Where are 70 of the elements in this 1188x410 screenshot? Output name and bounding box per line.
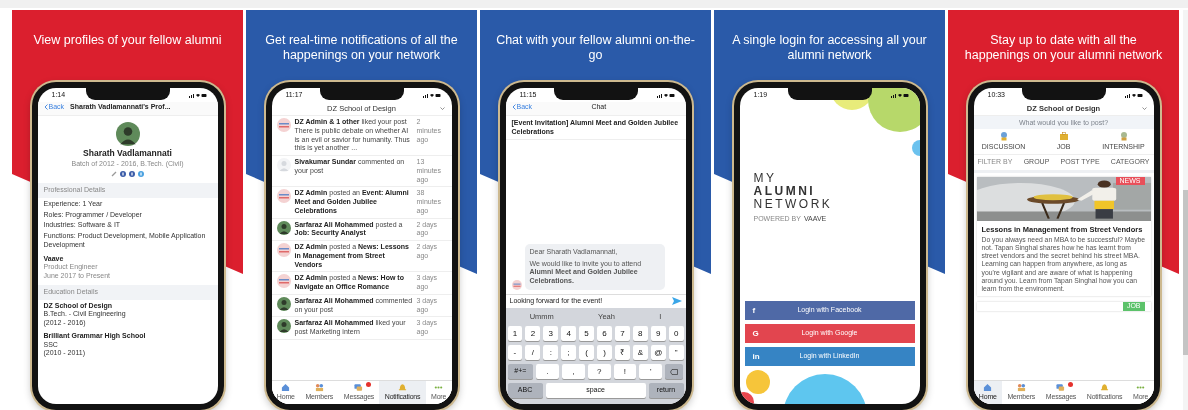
caption: View profiles of your fellow alumni	[32, 32, 223, 49]
chevron-left-icon	[511, 104, 516, 111]
key[interactable]: 8	[632, 326, 648, 341]
key[interactable]: 3	[543, 326, 559, 341]
caption: A single login for accessing all your alumni network	[731, 32, 928, 64]
chevron-down-icon[interactable]	[439, 107, 445, 110]
status-icons-drawing	[890, 92, 909, 98]
key[interactable]: :	[543, 345, 559, 360]
avatar-icon	[276, 296, 291, 311]
social-icon[interactable]	[120, 171, 126, 178]
home-icon	[983, 383, 993, 393]
link-icon	[111, 171, 117, 178]
avatar-icon	[115, 121, 140, 146]
key[interactable]: 0	[668, 326, 684, 341]
home-icon	[281, 383, 291, 393]
briefcase-icon	[1059, 132, 1068, 141]
key[interactable]: "	[668, 345, 684, 360]
chevron-left-icon	[43, 104, 48, 111]
avatar-icon	[511, 279, 522, 290]
key[interactable]: 5	[579, 326, 595, 341]
backspace-icon	[670, 368, 679, 375]
key[interactable]: .	[536, 364, 559, 379]
chevron-down-icon[interactable]	[1141, 107, 1147, 110]
key[interactable]: 7	[614, 326, 630, 341]
key[interactable]: -	[507, 345, 523, 360]
key[interactable]: 4	[561, 326, 577, 341]
members-icon	[1016, 383, 1026, 393]
social-icon[interactable]	[129, 171, 135, 178]
status-icons-drawing	[1124, 92, 1143, 98]
notifications-icon	[398, 383, 408, 393]
avatar-icon	[276, 118, 291, 132]
logo-text: MY	[753, 172, 778, 185]
key[interactable]: ?	[587, 364, 611, 379]
key[interactable]: 1	[507, 326, 523, 341]
status-icons-drawing	[656, 92, 675, 98]
notifications-icon	[1100, 383, 1110, 393]
avatar-icon	[276, 220, 291, 235]
members-icon	[314, 383, 324, 393]
status-icons-drawing	[422, 92, 441, 98]
avatar-icon	[276, 319, 291, 334]
status-icons-drawing	[188, 92, 207, 98]
key[interactable]: @	[650, 345, 666, 360]
logo-text: NETWORK	[753, 198, 834, 211]
profile-name: Sharath Vadlamannati	[83, 147, 172, 159]
person-icon	[999, 132, 1008, 141]
key[interactable]: 6	[597, 326, 612, 341]
key[interactable]: ;	[561, 345, 577, 360]
avatar-icon	[276, 189, 291, 204]
scrollbar[interactable]	[1183, 10, 1188, 410]
caption: Stay up to date with all the happenings on your alumni network	[963, 32, 1164, 64]
key[interactable]: 2	[525, 326, 541, 341]
avatar-icon	[276, 243, 291, 257]
key[interactable]	[665, 364, 684, 379]
messages-icon	[354, 383, 364, 393]
social-icon[interactable]	[138, 171, 144, 178]
key[interactable]: )	[597, 345, 612, 360]
key[interactable]: ,	[561, 364, 585, 379]
key[interactable]: '	[639, 364, 663, 379]
logo-text: ALUMNI	[753, 185, 817, 198]
messages-icon	[1056, 383, 1066, 393]
key[interactable]: !	[613, 364, 637, 379]
caption: Chat with your fellow alumni on-the-go	[495, 32, 696, 64]
key[interactable]: ₹	[614, 345, 630, 360]
caption: Get real-time notifications of all the happenings on your network	[264, 32, 459, 64]
key[interactable]: (	[579, 345, 595, 360]
key[interactable]: 9	[650, 326, 666, 341]
avatar-icon	[276, 274, 291, 289]
key[interactable]: &	[632, 345, 648, 360]
avatar-icon	[276, 158, 291, 172]
key[interactable]: /	[525, 345, 541, 360]
